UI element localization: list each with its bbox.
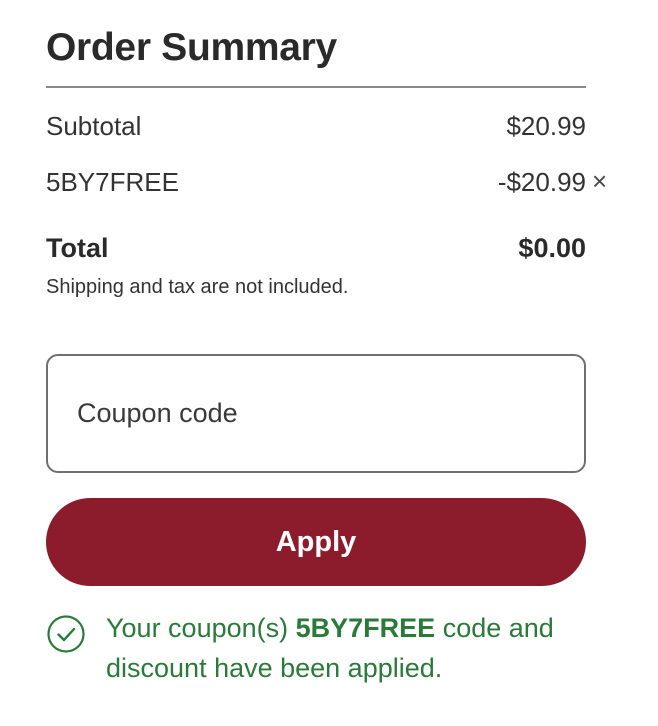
subtotal-value: $20.99 bbox=[506, 111, 586, 141]
order-summary-title: Order Summary bbox=[46, 26, 337, 69]
total-value: $0.00 bbox=[518, 233, 586, 263]
success-message-prefix: Your coupon(s) bbox=[106, 613, 296, 643]
coupon-discount-value: -$20.99 bbox=[497, 167, 586, 197]
success-message-text: Your coupon(s) 5BY7FREE code and discoun… bbox=[106, 608, 606, 688]
title-divider bbox=[46, 86, 586, 88]
total-label: Total bbox=[46, 233, 109, 263]
coupon-success-message: Your coupon(s) 5BY7FREE code and discoun… bbox=[46, 608, 606, 692]
shipping-tax-note: Shipping and tax are not included. bbox=[46, 276, 349, 298]
check-circle-icon bbox=[47, 615, 85, 653]
remove-coupon-icon[interactable]: × bbox=[592, 168, 607, 194]
applied-coupon-row: 5BY7FREE -$20.99 bbox=[46, 167, 586, 201]
subtotal-label: Subtotal bbox=[46, 111, 142, 141]
total-row: Total $0.00 bbox=[46, 233, 586, 267]
apply-button[interactable]: Apply bbox=[46, 498, 586, 586]
coupon-code-input[interactable] bbox=[46, 354, 586, 473]
applied-coupon-code: 5BY7FREE bbox=[46, 167, 179, 197]
success-coupon-code: 5BY7FREE bbox=[295, 613, 436, 643]
subtotal-row: Subtotal $20.99 bbox=[46, 111, 586, 145]
